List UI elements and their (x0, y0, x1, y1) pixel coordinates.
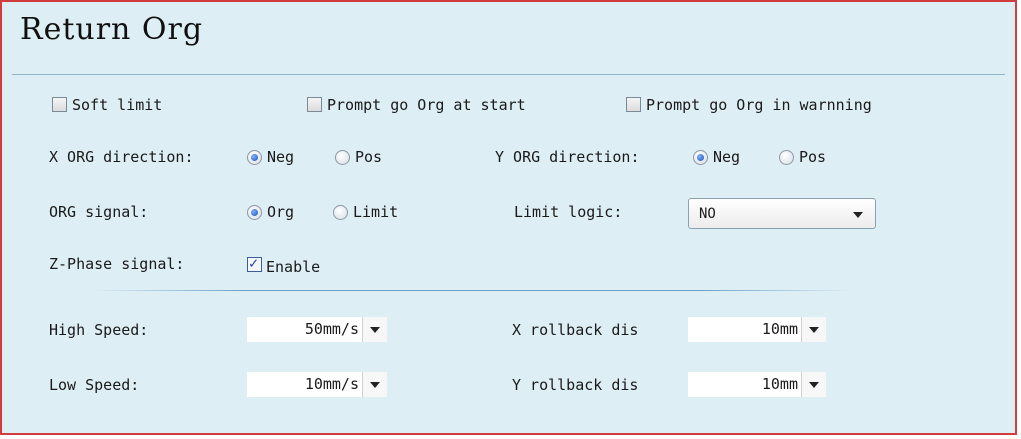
prompt-go-org-at-start-checkbox[interactable] (307, 97, 322, 112)
x-org-pos-label: Pos (355, 148, 383, 166)
chevron-down-icon (809, 382, 819, 388)
org-signal-org-label: Org (267, 203, 295, 221)
x-rollback-combo[interactable]: 10mm (688, 317, 826, 342)
checkmark-icon: ✓ (249, 254, 259, 272)
x-rollback-label: X rollback dis (512, 321, 639, 339)
chevron-down-icon (809, 327, 819, 333)
panel-title: Return Org (20, 12, 204, 47)
z-phase-enable-label: Enable (266, 258, 321, 276)
chevron-down-icon (370, 382, 380, 388)
prompt-go-org-in-warning-label: Prompt go Org in warnning (646, 96, 872, 114)
low-speed-combo[interactable]: 10mm/s (247, 372, 387, 397)
y-rollback-value: 10mm (761, 375, 798, 393)
z-phase-enable-checkbox[interactable]: ✓ (247, 254, 262, 272)
high-speed-dropdown-button[interactable] (362, 317, 387, 342)
org-signal-limit-label: Limit (353, 203, 399, 221)
limit-logic-label: Limit logic: (514, 203, 623, 221)
y-org-neg-radio[interactable] (693, 150, 708, 165)
section-divider (92, 290, 852, 291)
x-rollback-dropdown-button[interactable] (801, 317, 826, 342)
x-org-pos-radio[interactable] (335, 150, 350, 165)
y-rollback-dropdown-button[interactable] (801, 372, 826, 397)
low-speed-label: Low Speed: (49, 376, 140, 394)
org-signal-limit-radio[interactable] (333, 205, 348, 220)
limit-logic-select[interactable]: NO (688, 198, 876, 229)
x-org-neg-label: Neg (267, 148, 295, 166)
high-speed-label: High Speed: (49, 321, 149, 339)
chevron-down-icon (853, 212, 863, 218)
org-signal-org-radio[interactable] (247, 205, 262, 220)
low-speed-value: 10mm/s (304, 375, 359, 393)
prompt-go-org-at-start-label: Prompt go Org at start (327, 96, 526, 114)
soft-limit-checkbox[interactable] (52, 97, 67, 112)
z-phase-signal-label: Z-Phase signal: (49, 255, 185, 273)
chevron-down-icon (370, 327, 380, 333)
low-speed-dropdown-button[interactable] (362, 372, 387, 397)
x-rollback-value: 10mm (761, 320, 798, 338)
org-signal-label: ORG signal: (49, 203, 149, 221)
y-org-pos-label: Pos (799, 148, 827, 166)
y-org-neg-label: Neg (713, 148, 741, 166)
prompt-go-org-in-warning-checkbox[interactable] (626, 97, 641, 112)
limit-logic-value: NO (699, 206, 716, 222)
high-speed-combo[interactable]: 50mm/s (247, 317, 387, 342)
x-org-direction-label: X ORG direction: (49, 148, 194, 166)
high-speed-value: 50mm/s (304, 320, 359, 338)
y-rollback-combo[interactable]: 10mm (688, 372, 826, 397)
title-divider (12, 74, 1005, 75)
y-rollback-label: Y rollback dis (512, 376, 639, 394)
y-org-pos-radio[interactable] (779, 150, 794, 165)
y-org-direction-label: Y ORG direction: (495, 148, 640, 166)
soft-limit-label: Soft limit (72, 96, 163, 114)
return-org-panel: Return Org Soft limit Prompt go Org at s… (0, 0, 1017, 435)
x-org-neg-radio[interactable] (247, 150, 262, 165)
